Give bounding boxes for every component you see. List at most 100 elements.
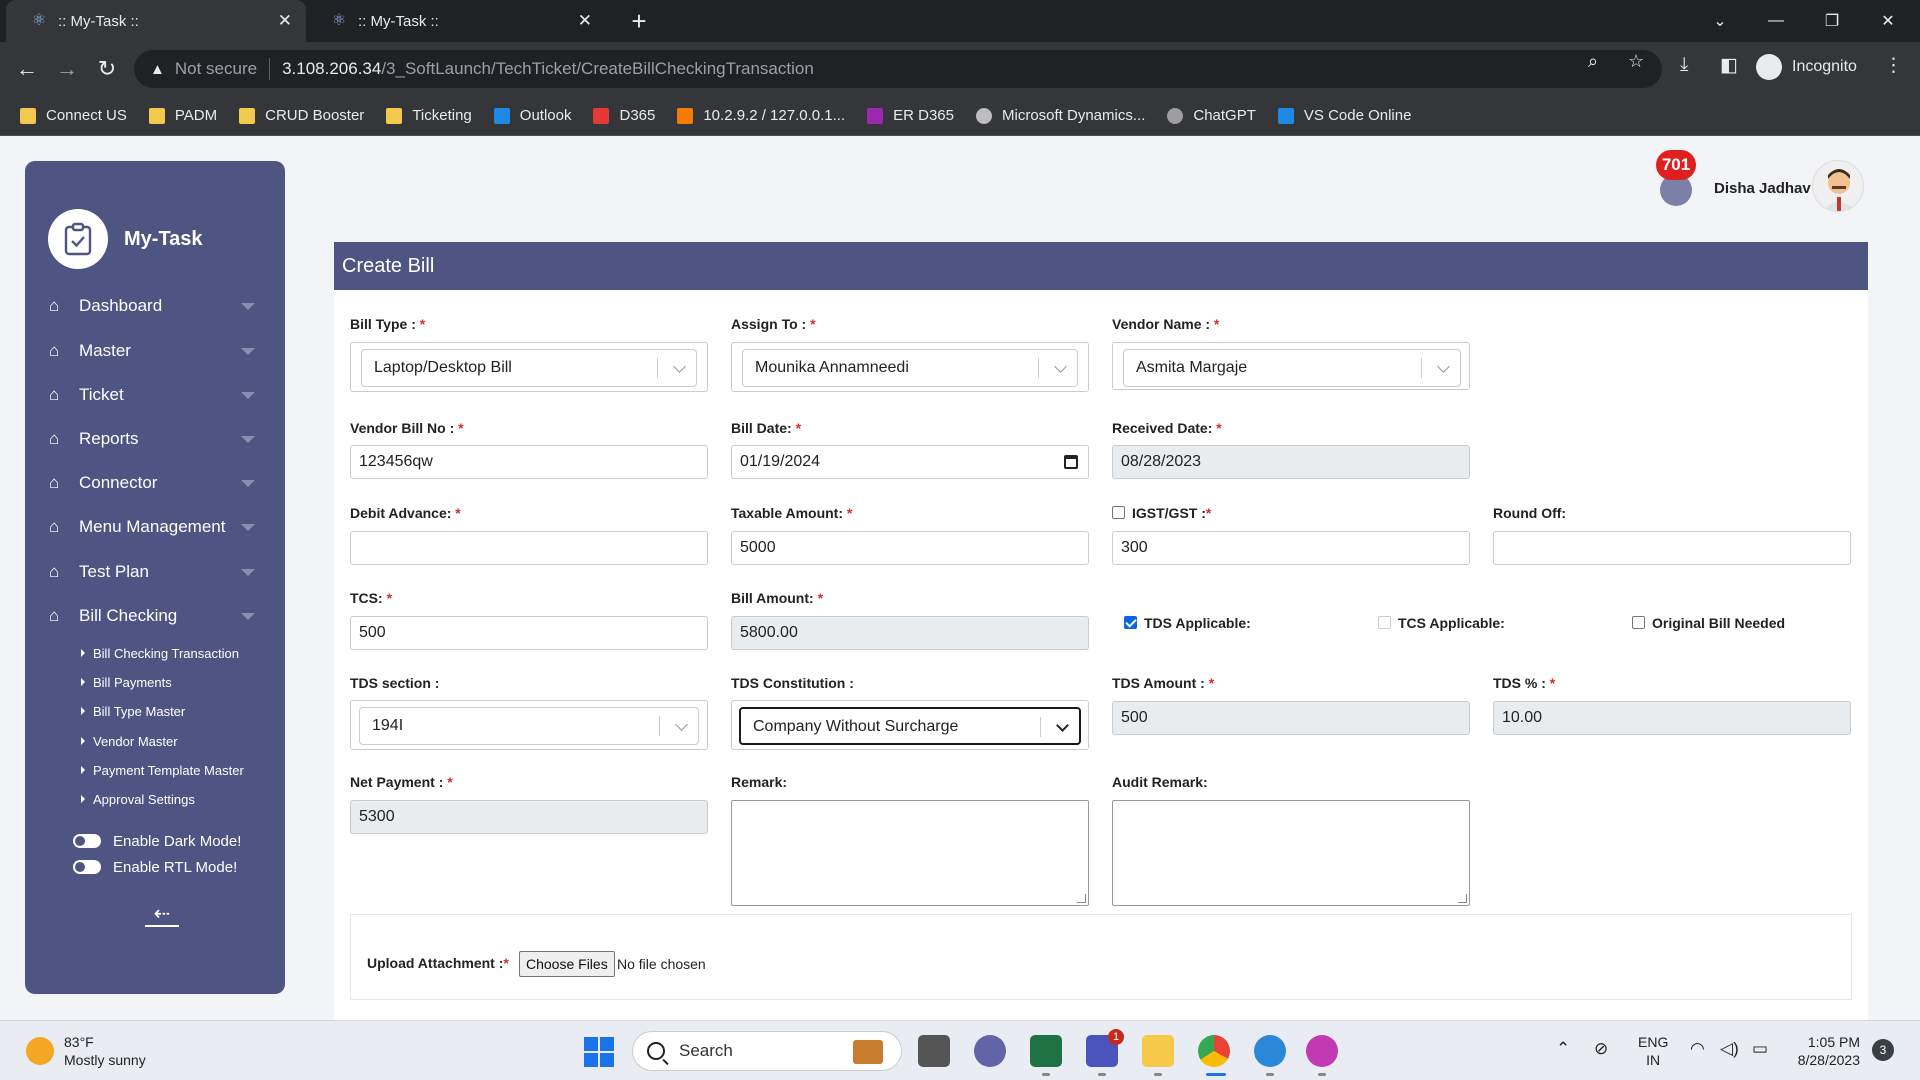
new-tab-button[interactable]: + bbox=[624, 6, 654, 36]
close-tab-icon[interactable]: ✕ bbox=[578, 11, 592, 31]
notification-badge[interactable]: 701 bbox=[1656, 150, 1696, 180]
igst-gst-checkbox[interactable] bbox=[1112, 506, 1125, 519]
rtl-mode-toggle[interactable]: Enable RTL Mode! bbox=[73, 857, 237, 877]
sidebar-subitem-approval-settings[interactable]: Approval Settings bbox=[81, 789, 195, 809]
bookmark-item[interactable]: D365 bbox=[593, 107, 655, 124]
teams-icon[interactable]: 1 bbox=[1086, 1029, 1124, 1067]
round-off-input[interactable] bbox=[1493, 531, 1851, 565]
sidebar-item-dashboard[interactable]: ⌂ Dashboard bbox=[49, 291, 255, 321]
igst-gst-input[interactable]: 300 bbox=[1112, 531, 1470, 565]
avatar[interactable] bbox=[1812, 160, 1864, 212]
remark-textarea[interactable] bbox=[731, 800, 1089, 906]
sidebar-item-test-plan[interactable]: ⌂ Test Plan bbox=[49, 557, 255, 587]
volume-icon[interactable]: ◁) bbox=[1720, 1039, 1739, 1059]
sidebar-item-ticket[interactable]: ⌂ Ticket bbox=[49, 380, 255, 410]
app-name: My-Task bbox=[124, 227, 203, 250]
sidebar-subitem-vendor-master[interactable]: Vendor Master bbox=[81, 731, 178, 751]
tcs-applicable-checkbox[interactable] bbox=[1378, 616, 1391, 629]
windows-start-icon[interactable] bbox=[584, 1037, 614, 1067]
taxable-amount-input[interactable]: 5000 bbox=[731, 531, 1089, 565]
browser-tab-2[interactable]: ⚛ :: My-Task :: ✕ bbox=[306, 0, 606, 42]
choose-files-button[interactable]: Choose Files bbox=[519, 951, 615, 977]
windows-taskbar: 83°F Mostly sunny Search 1 ⌃ ⊘ ENG IN ◠ … bbox=[0, 1020, 1920, 1080]
debit-advance-input[interactable] bbox=[350, 531, 708, 565]
sidebar-subitem-bill-payments[interactable]: Bill Payments bbox=[81, 672, 172, 692]
bookmark-star-icon[interactable]: ☆ bbox=[1628, 51, 1644, 72]
vendor-name-select[interactable]: Asmita Margaje bbox=[1123, 349, 1461, 387]
collapse-sidebar-icon[interactable]: ⇠ bbox=[145, 901, 179, 927]
chrome-icon[interactable] bbox=[1198, 1035, 1230, 1067]
dark-mode-toggle[interactable]: Enable Dark Mode! bbox=[73, 831, 241, 851]
address-bar[interactable]: ▲ Not secure 3.108.206.34 /3_SoftLaunch/… bbox=[134, 50, 1662, 88]
tds-constitution-select[interactable]: Company Without Surcharge bbox=[739, 707, 1081, 745]
sidebar-item-master[interactable]: ⌂ Master bbox=[49, 336, 255, 366]
battery-icon[interactable]: ▭ bbox=[1752, 1039, 1768, 1059]
bookmark-item[interactable]: Outlook bbox=[493, 107, 571, 124]
reload-icon[interactable]: ↻ bbox=[92, 54, 122, 84]
forward-arrow-icon[interactable]: → bbox=[52, 54, 82, 84]
bookmark-item[interactable]: ChatGPT bbox=[1167, 107, 1256, 124]
tab-search-chevron-icon[interactable]: ⌄ bbox=[1692, 0, 1748, 42]
audit-remark-textarea[interactable] bbox=[1112, 800, 1470, 906]
download-icon[interactable]: ⤓ bbox=[1680, 54, 1688, 76]
sidebar-item-reports[interactable]: ⌂ Reports bbox=[49, 424, 255, 454]
task-view-icon[interactable] bbox=[918, 1035, 950, 1067]
react-favicon-icon: ⚛ bbox=[331, 12, 347, 29]
bookmark-item[interactable]: 10.2.9.2 / 127.0.0.1... bbox=[677, 107, 845, 124]
side-panel-icon[interactable]: ◧ bbox=[1720, 54, 1738, 77]
bill-type-select[interactable]: Laptop/Desktop Bill bbox=[361, 349, 697, 387]
bookmark-item[interactable]: ER D365 bbox=[867, 107, 954, 124]
calendar-icon[interactable] bbox=[1064, 455, 1078, 469]
sidebar-subitem-payment-template-master[interactable]: Payment Template Master bbox=[81, 760, 244, 780]
remote-desktop-icon[interactable] bbox=[1254, 1035, 1286, 1067]
minimize-icon[interactable]: — bbox=[1748, 0, 1804, 42]
wifi-icon[interactable]: ◠ bbox=[1690, 1039, 1705, 1059]
app-w-icon[interactable] bbox=[1306, 1035, 1338, 1067]
bookmark-item[interactable]: Ticketing bbox=[386, 107, 472, 124]
tds-section-select[interactable]: 194I bbox=[359, 707, 699, 745]
bill-amount-label: Bill Amount: * bbox=[731, 590, 824, 606]
home-icon: ⌂ bbox=[49, 385, 60, 404]
bookmark-item[interactable]: CRUD Booster bbox=[239, 107, 364, 124]
incognito-profile[interactable]: Incognito bbox=[1756, 52, 1857, 82]
file-explorer-icon[interactable] bbox=[1142, 1035, 1174, 1067]
close-window-icon[interactable]: ✕ bbox=[1860, 0, 1916, 42]
home-icon: ⌂ bbox=[49, 296, 60, 315]
incognito-icon bbox=[1756, 54, 1782, 80]
app-logo[interactable]: My-Task bbox=[48, 209, 203, 269]
language-indicator[interactable]: ENG IN bbox=[1638, 1033, 1668, 1069]
back-arrow-icon[interactable]: ← bbox=[12, 54, 42, 84]
taskbar-search[interactable]: Search bbox=[632, 1031, 902, 1071]
chevron-up-icon[interactable]: ⌃ bbox=[1556, 1039, 1570, 1059]
folder-icon bbox=[148, 107, 165, 124]
excel-icon[interactable] bbox=[1030, 1035, 1062, 1067]
user-name[interactable]: Disha Jadhav bbox=[1714, 180, 1811, 197]
clock[interactable]: 1:05 PM 8/28/2023 bbox=[1788, 1033, 1860, 1069]
bill-date-input[interactable]: 01/19/2024 bbox=[731, 445, 1089, 479]
original-bill-needed-checkbox[interactable] bbox=[1632, 616, 1645, 629]
zoom-icon[interactable]: ⌕ bbox=[1588, 51, 1598, 72]
notification-count[interactable]: 3 bbox=[1872, 1039, 1894, 1061]
sidebar-item-bill-checking[interactable]: ⌂ Bill Checking bbox=[49, 601, 255, 631]
chat-icon[interactable] bbox=[974, 1035, 1006, 1067]
vendor-bill-no-input[interactable]: 123456qw bbox=[350, 445, 708, 479]
sidebar-subitem-bill-checking-transaction[interactable]: Bill Checking Transaction bbox=[81, 643, 239, 663]
restore-icon[interactable]: ❐ bbox=[1804, 0, 1860, 42]
network-alert-icon[interactable]: ⊘ bbox=[1594, 1039, 1608, 1059]
close-tab-icon[interactable]: ✕ bbox=[278, 11, 292, 31]
chevron-down-icon bbox=[1056, 719, 1069, 732]
bookmark-item[interactable]: Microsoft Dynamics... bbox=[976, 107, 1145, 124]
tds-applicable-checkbox[interactable] bbox=[1124, 616, 1137, 629]
tcs-input[interactable]: 500 bbox=[350, 616, 708, 650]
bookmark-item[interactable]: VS Code Online bbox=[1277, 107, 1411, 124]
browser-tab-1[interactable]: ⚛ :: My-Task :: ✕ bbox=[6, 0, 306, 42]
browser-menu-icon[interactable]: ⋮ bbox=[1884, 54, 1903, 77]
bookmark-item[interactable]: Connect US bbox=[20, 107, 127, 124]
weather-widget[interactable]: 83°F Mostly sunny bbox=[26, 1033, 146, 1069]
sidebar-subitem-bill-type-master[interactable]: Bill Type Master bbox=[81, 701, 185, 721]
received-date-label: Received Date: * bbox=[1112, 420, 1222, 436]
bookmark-item[interactable]: PADM bbox=[148, 107, 217, 124]
assign-to-select[interactable]: Mounika Annamneedi bbox=[742, 349, 1078, 387]
sidebar-item-connector[interactable]: ⌂ Connector bbox=[49, 468, 255, 498]
sidebar-item-menu-management[interactable]: ⌂ Menu Management bbox=[49, 512, 255, 542]
